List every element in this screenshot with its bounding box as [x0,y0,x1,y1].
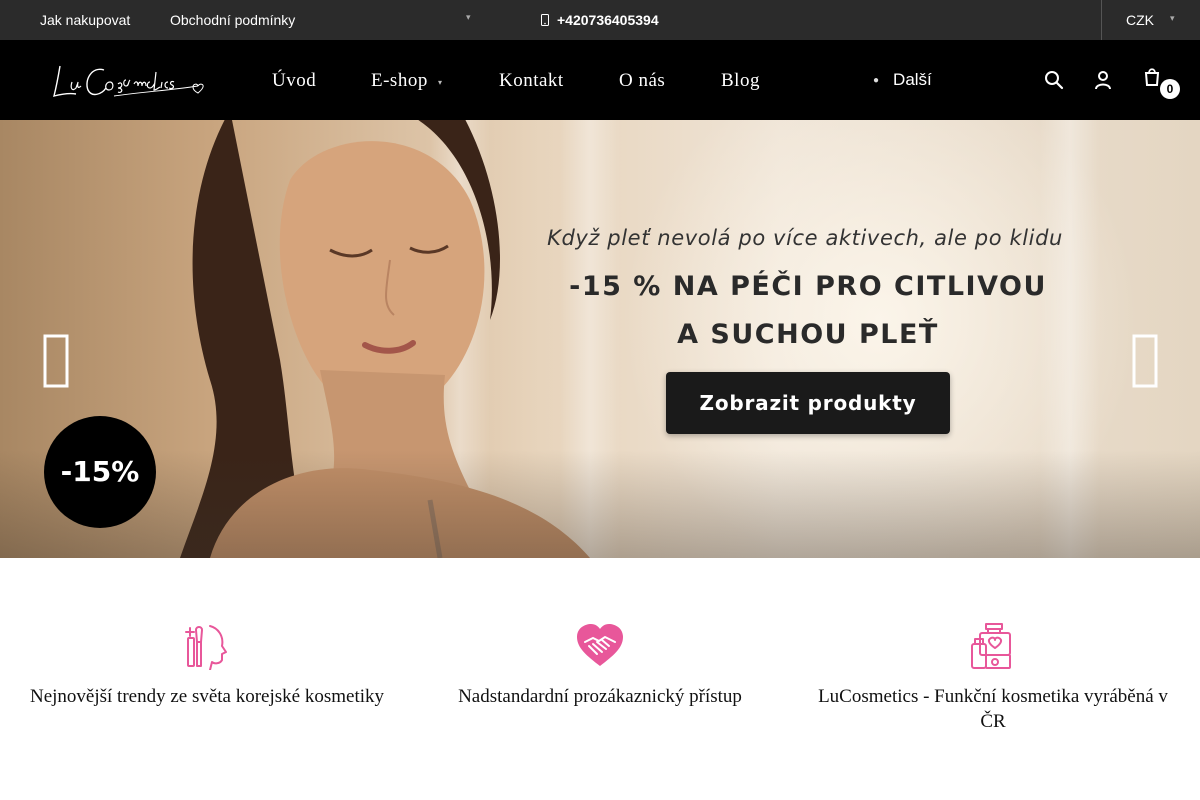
feature-item: Nejnovější trendy ze světa korejské kosm… [14,622,400,709]
main-header: Úvod E-shop ▾ Kontakt O nás Blog ● Další… [0,40,1200,120]
phone-link[interactable]: +420736405394 [541,12,659,28]
hero-subtitle: Když pleť nevolá po více aktivech, ale p… [547,226,1063,250]
nav-item-eshop[interactable]: E-shop [371,70,428,92]
discount-badge: -15% [44,416,156,528]
cart-count-badge[interactable]: 0 [1160,79,1180,99]
link-terms[interactable]: Obchodní podmínky [170,12,295,28]
nav-item-contact[interactable]: Kontakt [499,70,564,92]
hero-headline: A SUCHOU PLEŤ [677,319,939,350]
top-bar: Jak nakupovat Obchodní podmínky ▾ +42073… [0,0,1200,40]
logo[interactable] [52,56,208,104]
divider [1101,0,1102,40]
nav-item-home[interactable]: Úvod [272,70,316,92]
feature-item: LuCosmetics - Funkční kosmetika vyráběná… [806,622,1180,734]
link-how-to-buy[interactable]: Jak nakupovat [40,12,130,28]
feature-text: Nadstandardní prozákaznický přístup [458,686,742,707]
chevron-down-icon[interactable]: ▾ [438,78,442,87]
slider-prev-icon[interactable] [42,334,72,390]
show-products-button[interactable]: Zobrazit produkty [666,372,950,434]
chevron-down-icon[interactable]: ▾ [1170,13,1175,24]
phone-number: +420736405394 [557,12,659,28]
search-icon[interactable] [1044,70,1064,90]
more-label: Další [893,70,932,89]
slider-next-icon[interactable] [1129,334,1159,390]
feature-text: LuCosmetics - Funkční kosmetika vyráběná… [818,686,1168,732]
nav-item-blog[interactable]: Blog [721,70,760,92]
heart-handshake-icon [577,624,623,666]
hero-banner[interactable]: Když pleť nevolá po více aktivech, ale p… [0,120,1200,558]
phone-icon [541,14,549,26]
cosmetics-bottle-icon [971,623,1011,669]
more-menu-button[interactable]: ● Další [873,70,932,90]
nav-item-about[interactable]: O nás [619,70,665,92]
chevron-down-icon[interactable]: ▾ [466,12,471,23]
feature-text: Nejnovější trendy ze světa korejské kosm… [29,686,385,707]
menu-dots-icon: ● [873,74,880,86]
hero-headline: -15 % NA PÉČI PRO CITLIVOU [569,271,1047,302]
currency-selector[interactable]: CZK [1126,12,1154,28]
feature-item: Nadstandardní prozákaznický přístup [420,622,780,709]
cart-icon[interactable] [1142,67,1162,87]
makeup-brush-icon [185,625,227,670]
bottom-shade [0,450,1200,558]
features-section: Nejnovější trendy ze světa korejské kosm… [0,558,1200,800]
user-icon[interactable] [1093,70,1113,90]
